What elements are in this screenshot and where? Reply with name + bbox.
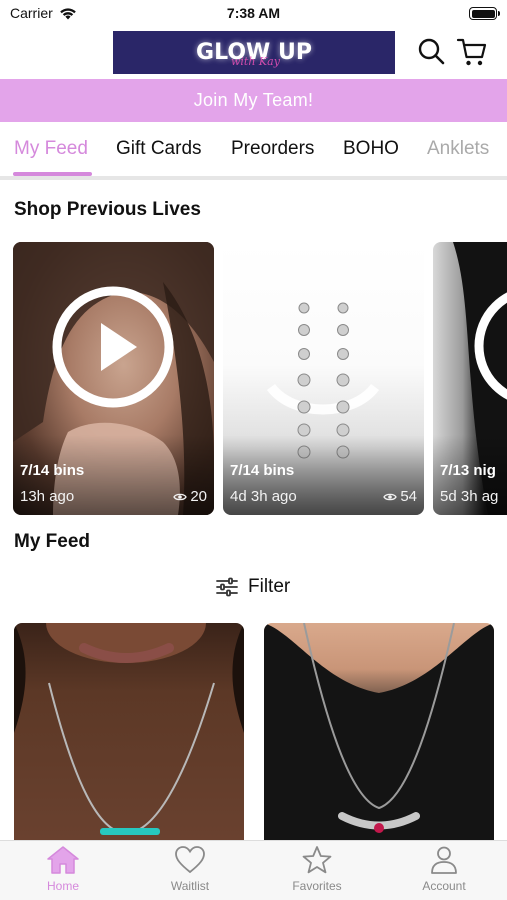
tab-bar: Home Waitlist Favorites Account: [0, 840, 507, 900]
banner-label: Join My Team!: [193, 90, 314, 110]
cart-icon[interactable]: [456, 36, 488, 68]
views-count: 20: [190, 488, 207, 505]
section-title-previous-lives: Shop Previous Lives: [14, 199, 201, 220]
live-card[interactable]: 7/13 nig 5d 3h ag: [433, 242, 507, 515]
nav-favorites-label: Favorites: [292, 879, 342, 893]
star-icon: [302, 846, 332, 874]
tab-preorders[interactable]: Preorders: [231, 138, 314, 160]
sliders-icon: [216, 577, 238, 597]
live-age: 4d 3h ago: [230, 488, 297, 505]
status-bar: Carrier 7:38 AM: [0, 0, 507, 28]
product-card[interactable]: [14, 623, 244, 853]
section-title-my-feed: My Feed: [14, 531, 91, 552]
nav-home[interactable]: Home: [13, 845, 113, 893]
tab-my-feed[interactable]: My Feed: [14, 138, 88, 160]
product-card[interactable]: [264, 623, 494, 853]
eye-icon: [173, 493, 188, 500]
nav-account-label: Account: [422, 879, 466, 893]
live-age: 13h ago: [20, 488, 75, 505]
logo-script: with Kay: [231, 55, 280, 68]
views-count: 54: [400, 488, 417, 505]
home-icon: [47, 846, 79, 874]
nav-favorites[interactable]: Favorites: [267, 845, 367, 893]
tab-boho[interactable]: BOHO: [343, 138, 399, 160]
person-icon: [431, 846, 457, 874]
nav-home-label: Home: [46, 879, 79, 893]
product-image: [14, 623, 244, 835]
category-tabs: My Feed Gift Cards Preorders BOHO Anklet…: [0, 122, 507, 180]
nav-account[interactable]: Account: [394, 845, 494, 893]
battery-icon: [469, 7, 500, 20]
play-icon[interactable]: [51, 285, 175, 409]
clock: 7:38 AM: [226, 5, 281, 21]
live-title: 7/14 bins: [230, 462, 295, 479]
nav-waitlist[interactable]: Waitlist: [140, 845, 240, 893]
filter-label: Filter: [248, 576, 291, 597]
live-title: 7/13 nig: [440, 462, 496, 479]
nav-waitlist-label: Waitlist: [170, 879, 210, 893]
app-header: GLOW UP with Kay: [0, 28, 507, 78]
live-title: 7/14 bins: [20, 462, 85, 479]
product-image: [264, 623, 494, 853]
tab-anklets[interactable]: Anklets: [427, 138, 489, 160]
eye-icon: [383, 493, 398, 500]
heart-icon: [175, 846, 205, 874]
live-views: 54: [383, 488, 417, 505]
store-logo[interactable]: GLOW UP with Kay: [113, 31, 395, 74]
active-tab-indicator: [13, 172, 92, 176]
filter-button[interactable]: Filter: [216, 576, 290, 598]
live-age: 5d 3h ag: [440, 488, 499, 505]
join-team-banner[interactable]: Join My Team!: [0, 79, 507, 122]
tab-gift-cards[interactable]: Gift Cards: [116, 138, 202, 160]
live-card[interactable]: 7/14 bins 4d 3h ago 54: [223, 242, 424, 515]
live-views: 20: [173, 488, 207, 505]
live-card[interactable]: 7/14 bins 13h ago 20: [13, 242, 214, 515]
search-icon[interactable]: [415, 36, 447, 68]
